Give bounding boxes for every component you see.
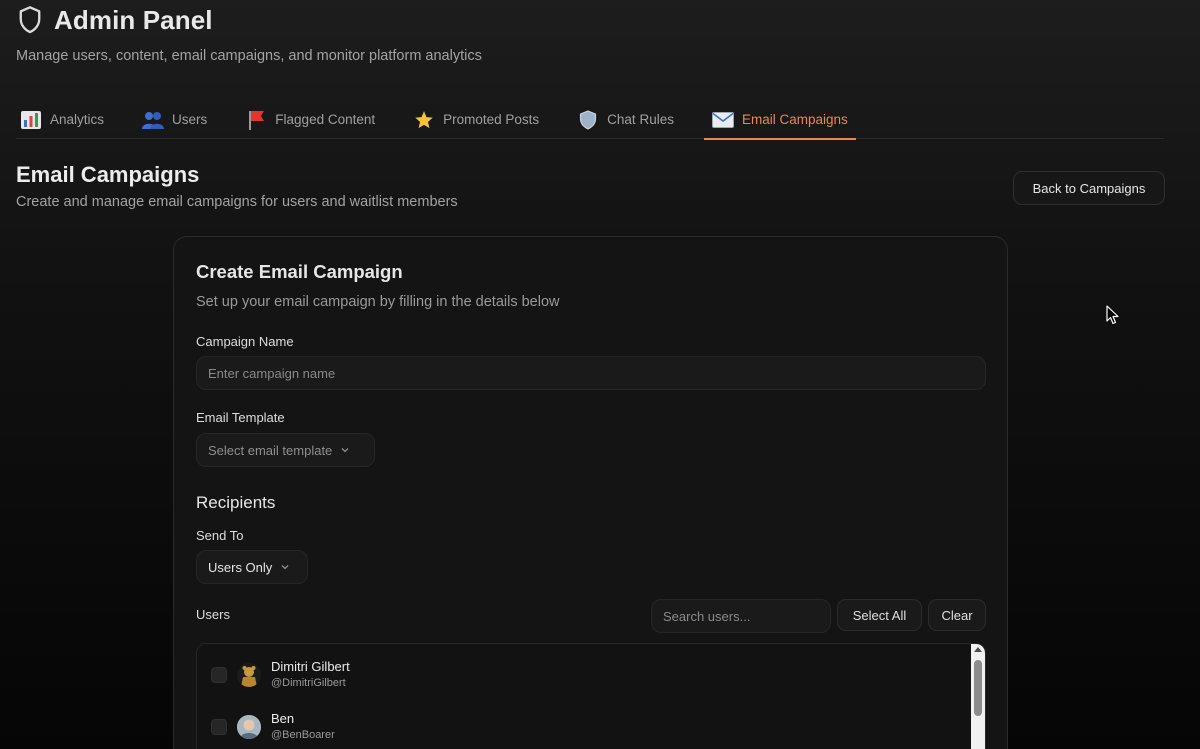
- users-label: Users: [196, 607, 230, 622]
- header-title-row: Admin Panel: [16, 4, 482, 36]
- campaign-name-label: Campaign Name: [196, 334, 294, 349]
- mouse-cursor-icon: [1106, 305, 1119, 325]
- email-template-label: Email Template: [196, 410, 285, 425]
- page-subtitle: Manage users, content, email campaigns, …: [16, 48, 482, 64]
- shield-icon: [19, 6, 41, 34]
- back-to-campaigns-button[interactable]: Back to Campaigns: [1013, 171, 1165, 205]
- search-users-input[interactable]: [651, 599, 831, 633]
- tab-label: Users: [172, 112, 208, 127]
- section-title: Email Campaigns: [16, 162, 200, 187]
- send-to-value: Users Only: [208, 559, 273, 575]
- tab-label: Chat Rules: [607, 112, 674, 127]
- email-template-placeholder: Select email template: [208, 442, 333, 458]
- user-name: Ben: [271, 711, 295, 726]
- shield-icon: [577, 109, 599, 131]
- select-all-button[interactable]: Select All: [837, 599, 922, 631]
- tab-analytics[interactable]: Analytics: [16, 100, 108, 139]
- scroll-up-arrow-icon[interactable]: [974, 647, 982, 652]
- user-checkbox[interactable]: [211, 719, 227, 735]
- flag-icon: [245, 109, 267, 131]
- tab-bar: Analytics Users Flagged Content Promoted…: [16, 100, 1164, 140]
- avatar: [237, 715, 261, 739]
- list-item[interactable]: Ben @BenBoarer: [197, 701, 969, 749]
- tab-flagged-content[interactable]: Flagged Content: [241, 100, 379, 139]
- send-to-label: Send To: [196, 528, 244, 543]
- tab-chat-rules[interactable]: Chat Rules: [573, 100, 678, 139]
- scroll-thumb[interactable]: [974, 660, 982, 716]
- create-campaign-card: Create Email Campaign Set up your email …: [173, 236, 1008, 749]
- user-name: Dimitri Gilbert: [271, 659, 350, 674]
- chevron-down-icon: [341, 448, 349, 453]
- tab-users[interactable]: Users: [138, 100, 211, 139]
- star-icon: [413, 109, 435, 131]
- recipients-title: Recipients: [196, 493, 276, 512]
- tab-label: Analytics: [50, 112, 105, 127]
- card-subtitle: Set up your email campaign by filling in…: [196, 294, 560, 310]
- avatar: [237, 663, 261, 687]
- list-item[interactable]: Dimitri Gilbert @DimitriGilbert: [197, 649, 969, 701]
- users-list-scrollbar[interactable]: [971, 644, 985, 749]
- users-list: Dimitri Gilbert @DimitriGilbert Ben @Ben…: [196, 643, 986, 749]
- tab-label: Promoted Posts: [443, 112, 540, 127]
- tab-label: Email Campaigns: [741, 112, 848, 127]
- chart-icon: [20, 109, 42, 131]
- page-header: Admin Panel Manage users, content, email…: [16, 4, 482, 65]
- campaign-name-input[interactable]: [196, 356, 986, 390]
- tab-label: Flagged Content: [275, 112, 376, 127]
- email-icon: [711, 109, 734, 131]
- page-title: Admin Panel: [54, 4, 213, 35]
- email-template-select[interactable]: Select email template: [196, 433, 375, 467]
- section-subtitle: Create and manage email campaigns for us…: [16, 194, 458, 210]
- send-to-select[interactable]: Users Only: [196, 550, 308, 584]
- tab-email-campaigns[interactable]: Email Campaigns: [703, 100, 856, 140]
- admin-page: Admin Panel Manage users, content, email…: [0, 0, 1200, 749]
- user-checkbox[interactable]: [211, 667, 227, 683]
- user-handle: @DimitriGilbert: [271, 677, 346, 689]
- tab-promoted-posts[interactable]: Promoted Posts: [409, 100, 543, 139]
- card-title: Create Email Campaign: [196, 261, 403, 282]
- user-handle: @BenBoarer: [271, 729, 335, 741]
- users-icon: [142, 109, 165, 131]
- chevron-down-icon: [281, 565, 289, 570]
- clear-button[interactable]: Clear: [928, 599, 986, 631]
